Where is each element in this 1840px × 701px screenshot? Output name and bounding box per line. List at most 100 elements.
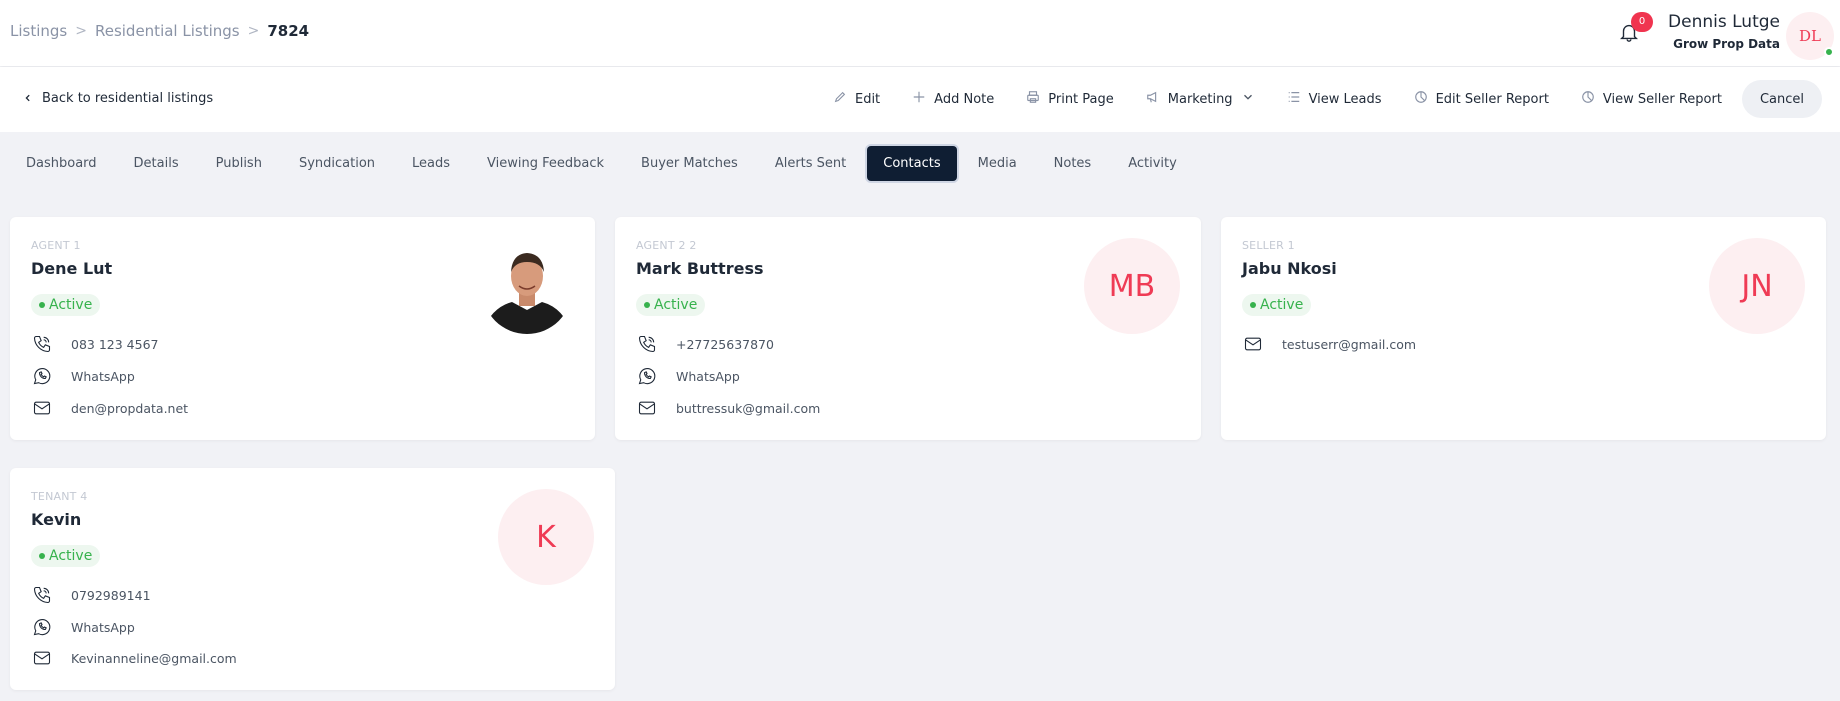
status-badge: Active xyxy=(31,545,101,567)
whatsapp-icon xyxy=(31,616,53,638)
edit-seller-report-label: Edit Seller Report xyxy=(1435,91,1549,107)
chevron-right-icon: > xyxy=(247,23,260,39)
tab-media[interactable]: Media xyxy=(962,146,1033,181)
tab-leads[interactable]: Leads xyxy=(396,146,466,181)
phone-icon xyxy=(31,333,53,355)
breadcrumb-residential-listings[interactable]: Residential Listings xyxy=(95,22,240,40)
tab-viewing-feedback[interactable]: Viewing Feedback xyxy=(471,146,620,181)
whatsapp-icon xyxy=(31,365,53,387)
phone-icon xyxy=(636,333,658,355)
avatar: MB xyxy=(1084,238,1180,334)
notification-count-badge: 0 xyxy=(1631,12,1653,32)
tab-details[interactable]: Details xyxy=(118,146,195,181)
contact-email-row[interactable]: Kevinanneline@gmail.com xyxy=(31,647,237,669)
tab-bar: Dashboard Details Publish Syndication Le… xyxy=(10,146,1198,181)
envelope-icon xyxy=(31,397,53,419)
contact-card: AGENT 2 2 Mark Buttress Active +27725637… xyxy=(615,217,1201,440)
contact-email: testuserr@gmail.com xyxy=(1282,336,1417,352)
online-status-dot xyxy=(1824,47,1834,57)
contact-card: SELLER 1 Jabu Nkosi Active testuserr@gma… xyxy=(1221,217,1826,440)
avatar: K xyxy=(498,489,594,585)
envelope-icon xyxy=(31,647,53,669)
printer-icon xyxy=(1026,90,1040,108)
tab-alerts-sent[interactable]: Alerts Sent xyxy=(759,146,862,181)
contact-name[interactable]: Dene Lut xyxy=(31,259,112,278)
status-badge: Active xyxy=(1242,294,1312,316)
add-note-button[interactable]: Add Note xyxy=(896,80,1010,118)
contact-phone: +27725637870 xyxy=(676,336,774,352)
megaphone-icon xyxy=(1146,90,1160,108)
contact-email: buttressuk@gmail.com xyxy=(676,400,821,416)
action-buttons: Edit Add Note Print Page Marketing View … xyxy=(817,80,1822,118)
tab-activity[interactable]: Activity xyxy=(1112,146,1193,181)
list-icon xyxy=(1287,90,1301,108)
top-header: Listings > Residential Listings > 7824 0… xyxy=(0,0,1840,66)
status-badge: Active xyxy=(31,294,101,316)
chevron-down-icon xyxy=(1241,90,1255,108)
contact-name[interactable]: Jabu Nkosi xyxy=(1242,259,1337,278)
contact-whatsapp: WhatsApp xyxy=(676,368,740,384)
contact-email-row[interactable]: buttressuk@gmail.com xyxy=(636,397,820,419)
edit-button[interactable]: Edit xyxy=(817,80,896,118)
pencil-icon xyxy=(833,90,847,108)
breadcrumb-listings[interactable]: Listings xyxy=(10,22,67,40)
action-bar: Back to residential listings Edit Add No… xyxy=(0,67,1840,132)
contact-whatsapp-row[interactable]: WhatsApp xyxy=(31,365,135,387)
chart-pie-icon xyxy=(1414,90,1428,108)
contact-whatsapp: WhatsApp xyxy=(71,368,135,384)
contact-role: AGENT 1 xyxy=(31,239,81,252)
whatsapp-icon xyxy=(636,365,658,387)
view-seller-report-button[interactable]: View Seller Report xyxy=(1565,80,1738,118)
tab-publish[interactable]: Publish xyxy=(200,146,278,181)
contact-role: AGENT 2 2 xyxy=(636,239,697,252)
contact-whatsapp: WhatsApp xyxy=(71,619,135,635)
chart-pie-icon xyxy=(1581,90,1595,108)
cancel-button[interactable]: Cancel xyxy=(1741,80,1822,118)
user-company: Grow Prop Data xyxy=(1673,37,1780,51)
contact-whatsapp-row[interactable]: WhatsApp xyxy=(636,365,740,387)
marketing-label: Marketing xyxy=(1167,91,1233,107)
contact-phone-row[interactable]: +27725637870 xyxy=(636,333,774,355)
agent-photo xyxy=(482,238,572,334)
edit-seller-report-button[interactable]: Edit Seller Report xyxy=(1398,80,1565,118)
chevron-right-icon: > xyxy=(75,23,87,39)
marketing-dropdown[interactable]: Marketing xyxy=(1130,80,1271,118)
back-to-listings-link[interactable]: Back to residential listings xyxy=(24,91,213,106)
plus-icon xyxy=(912,90,926,108)
contact-phone-row[interactable]: 0792989141 xyxy=(31,584,151,606)
contact-phone: 0792989141 xyxy=(71,587,151,603)
contact-name[interactable]: Mark Buttress xyxy=(636,259,764,278)
contact-email: den@propdata.net xyxy=(71,400,189,416)
add-note-label: Add Note xyxy=(934,91,995,107)
avatar: JN xyxy=(1709,238,1805,334)
contact-role: TENANT 4 xyxy=(31,490,88,503)
breadcrumb-current: 7824 xyxy=(267,22,310,40)
contact-email: Kevinanneline@gmail.com xyxy=(71,650,237,666)
contact-whatsapp-row[interactable]: WhatsApp xyxy=(31,616,135,638)
user-name[interactable]: Dennis Lutge xyxy=(1668,12,1780,32)
contact-name[interactable]: Kevin xyxy=(31,510,81,529)
status-badge: Active xyxy=(636,294,706,316)
view-leads-button[interactable]: View Leads xyxy=(1271,80,1398,118)
contact-card: TENANT 4 Kevin Active 0792989141 WhatsAp… xyxy=(10,468,615,690)
tab-buyer-matches[interactable]: Buyer Matches xyxy=(625,146,754,181)
breadcrumb: Listings > Residential Listings > 7824 xyxy=(10,22,309,40)
tab-dashboard[interactable]: Dashboard xyxy=(10,146,113,181)
view-leads-label: View Leads xyxy=(1308,91,1382,107)
tab-syndication[interactable]: Syndication xyxy=(283,146,391,181)
contact-email-row[interactable]: testuserr@gmail.com xyxy=(1242,333,1416,355)
contact-phone-row[interactable]: 083 123 4567 xyxy=(31,333,158,355)
tab-notes[interactable]: Notes xyxy=(1038,146,1108,181)
contact-phone: 083 123 4567 xyxy=(71,336,159,352)
contact-card: AGENT 1 Dene Lut Active 083 123 4567 Wha… xyxy=(10,217,595,440)
tab-contacts[interactable]: Contacts xyxy=(867,146,957,181)
print-page-label: Print Page xyxy=(1048,91,1114,107)
contact-role: SELLER 1 xyxy=(1242,239,1295,252)
chevron-left-icon xyxy=(24,91,32,106)
view-seller-report-label: View Seller Report xyxy=(1602,91,1722,107)
back-link-label: Back to residential listings xyxy=(42,91,214,106)
phone-icon xyxy=(31,584,53,606)
contact-email-row[interactable]: den@propdata.net xyxy=(31,397,188,419)
print-page-button[interactable]: Print Page xyxy=(1010,80,1130,118)
envelope-icon xyxy=(1242,333,1264,355)
